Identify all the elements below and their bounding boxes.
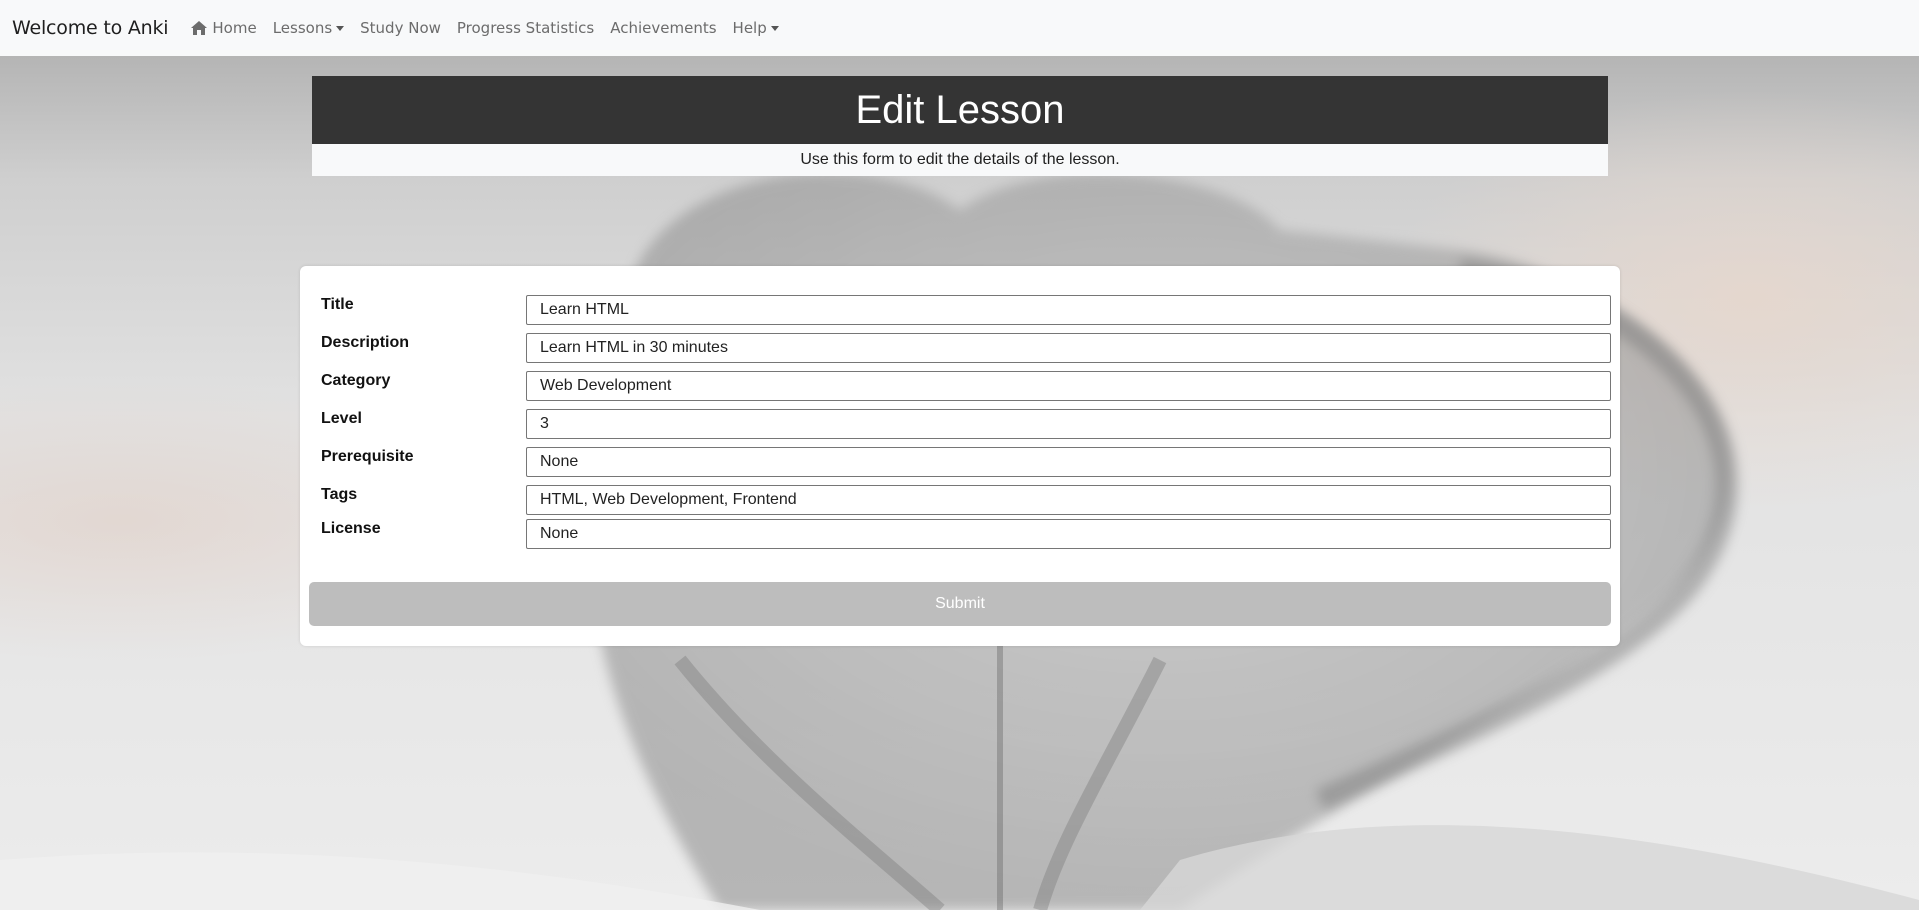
nav-item-study-now[interactable]: Study Now — [352, 19, 449, 37]
chevron-down-icon — [336, 25, 345, 31]
category-field[interactable] — [526, 371, 1611, 401]
nav-item-achievements[interactable]: Achievements — [602, 19, 724, 37]
title-label: Title — [321, 296, 354, 313]
level-label: Level — [321, 410, 362, 427]
nav-item-home[interactable]: Home — [182, 19, 264, 37]
submit-button[interactable]: Submit — [309, 582, 1611, 626]
title-field[interactable] — [526, 295, 1611, 325]
license-field[interactable] — [526, 519, 1611, 549]
tags-field[interactable] — [526, 485, 1611, 515]
license-label: License — [321, 520, 381, 537]
nav-item-label: Lessons — [272, 19, 333, 37]
level-field[interactable] — [526, 409, 1611, 439]
nav-item-progress-statistics[interactable]: Progress Statistics — [449, 19, 602, 37]
page-header: Edit Lesson — [312, 76, 1608, 144]
page-subtitle: Use this form to edit the details of the… — [312, 144, 1608, 176]
nav-item-label: Progress Statistics — [456, 19, 595, 37]
nav-item-label: Help — [732, 19, 767, 37]
nav-item-label: Achievements — [610, 19, 717, 37]
nav-item-help[interactable]: Help — [725, 19, 787, 37]
brand-link[interactable]: Welcome to Anki — [12, 17, 169, 39]
home-icon — [191, 21, 208, 35]
category-label: Category — [321, 372, 391, 389]
description-field[interactable] — [526, 333, 1611, 363]
top-navbar: Welcome to Anki Home Lessons Study Now P… — [0, 0, 1919, 56]
edit-lesson-form: Title Description Category Level Prerequ… — [300, 266, 1620, 646]
description-label: Description — [321, 334, 410, 351]
nav-item-label: Study Now — [360, 19, 441, 37]
nav-item-lessons[interactable]: Lessons — [265, 19, 352, 37]
prerequisite-field[interactable] — [526, 447, 1611, 477]
page-title: Edit Lesson — [855, 87, 1065, 132]
prerequisite-label: Prerequisite — [321, 448, 414, 465]
tags-label: Tags — [321, 486, 358, 503]
nav-item-label: Home — [212, 19, 257, 37]
chevron-down-icon — [770, 25, 779, 31]
